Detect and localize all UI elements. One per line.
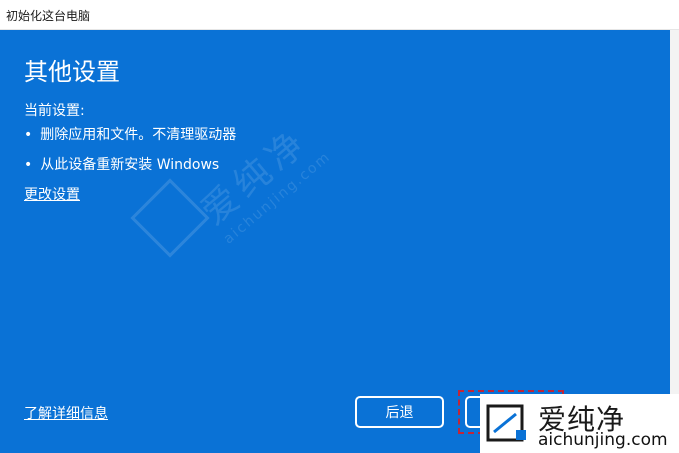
setting-item-text: 从此设备重新安装 Windows xyxy=(40,157,220,173)
setting-item-text: 删除应用和文件。不清理驱动器 xyxy=(40,127,237,143)
setting-item-reinstall-windows: • 从此设备重新安装 Windows xyxy=(24,154,219,174)
window-edge xyxy=(670,30,679,453)
bullet-icon: • xyxy=(24,127,33,143)
back-button[interactable]: 后退 xyxy=(355,396,444,428)
logo-url: aichunjing.com xyxy=(538,430,668,450)
title-bar: 初始化这台电脑 xyxy=(0,0,679,30)
reset-pc-panel: 爱纯净 aichunjing.com 其他设置 当前设置: • 删除应用和文件。不… xyxy=(0,30,670,453)
learn-more-link[interactable]: 了解详细信息 xyxy=(24,403,108,423)
bullet-icon: • xyxy=(24,157,33,173)
page-title: 其他设置 xyxy=(24,58,120,86)
change-settings-link[interactable]: 更改设置 xyxy=(24,184,80,204)
aichunjing-logo-icon xyxy=(486,404,526,442)
window-title: 初始化这台电脑 xyxy=(6,9,91,23)
current-settings-label: 当前设置: xyxy=(24,103,85,119)
setting-item-delete-apps: • 删除应用和文件。不清理驱动器 xyxy=(24,124,236,144)
site-logo: 爱纯净 aichunjing.com xyxy=(480,394,679,453)
